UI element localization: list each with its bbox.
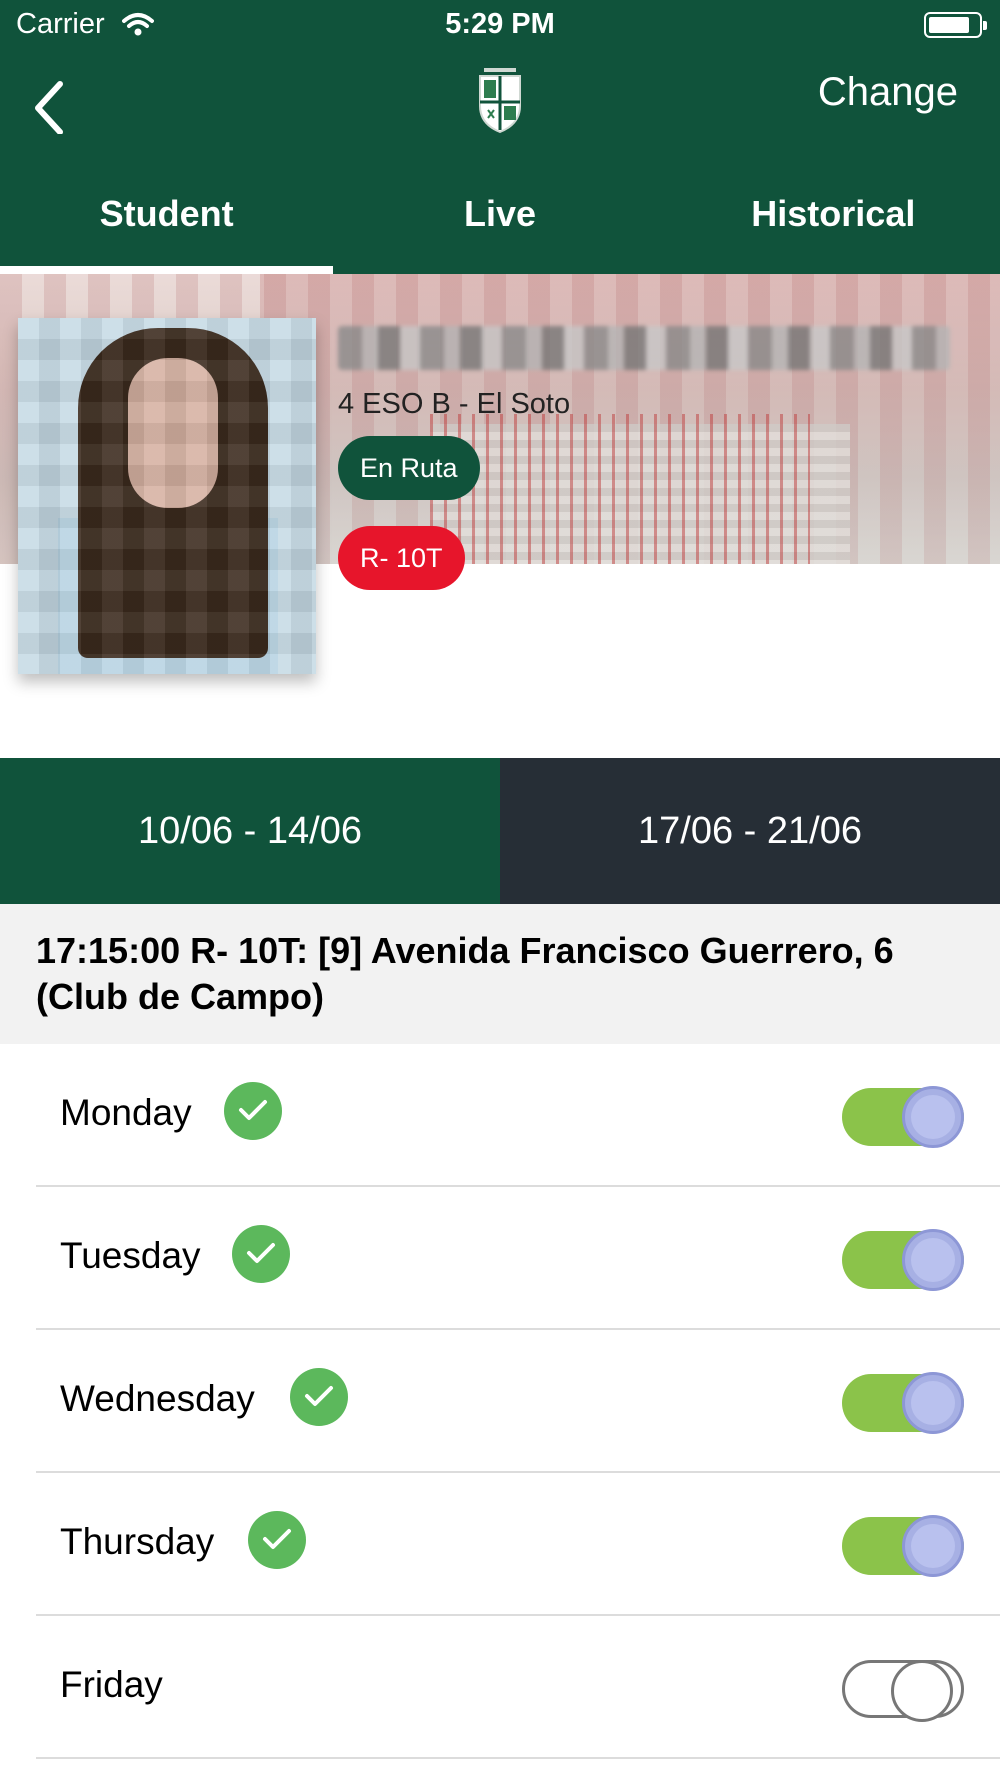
day-label: Friday xyxy=(60,1664,163,1705)
student-name-redacted xyxy=(338,326,950,370)
day-label: Tuesday xyxy=(60,1235,201,1276)
day-toggle-friday[interactable] xyxy=(842,1660,964,1722)
status-badge: En Ruta xyxy=(338,436,480,500)
day-row-wednesday: Wednesday xyxy=(0,1330,1000,1473)
navigation-bar: Change xyxy=(0,52,1000,164)
status-bar: Carrier 5:29 PM xyxy=(0,0,1000,52)
chevron-left-icon xyxy=(35,81,63,135)
day-toggle-monday[interactable] xyxy=(842,1086,964,1148)
route-badge: R- 10T xyxy=(338,526,465,590)
student-photo xyxy=(18,318,316,674)
day-toggle-thursday[interactable] xyxy=(842,1515,964,1577)
check-circle-icon xyxy=(224,1082,282,1140)
day-toggle-tuesday[interactable] xyxy=(842,1229,964,1291)
day-label: Wednesday xyxy=(60,1378,255,1419)
row-divider xyxy=(36,1757,1000,1759)
tab-historical[interactable]: Historical xyxy=(667,164,1000,274)
stop-header: 17:15:00 R- 10T: [9] Avenida Francisco G… xyxy=(0,904,1000,1044)
battery-icon xyxy=(924,12,987,38)
check-circle-icon xyxy=(232,1225,290,1283)
status-time: 5:29 PM xyxy=(445,8,555,40)
student-class-label: 4 ESO B - El Soto xyxy=(338,388,571,420)
day-toggle-wednesday[interactable] xyxy=(842,1372,964,1434)
active-tab-indicator xyxy=(0,266,333,274)
check-circle-icon xyxy=(290,1368,348,1426)
change-button[interactable]: Change xyxy=(818,70,958,115)
week-tab-current[interactable]: 10/06 - 14/06 xyxy=(0,758,500,904)
check-circle-icon xyxy=(248,1511,306,1569)
day-list: Monday Tuesday Wednesday Thursday Friday xyxy=(0,1044,1000,1759)
tab-live[interactable]: Live xyxy=(333,164,666,274)
tab-student[interactable]: Student xyxy=(0,164,333,274)
school-crest-icon xyxy=(474,62,526,134)
day-row-monday: Monday xyxy=(0,1044,1000,1187)
day-row-friday: Friday xyxy=(0,1616,1000,1759)
week-tab-next[interactable]: 17/06 - 21/06 xyxy=(500,758,1000,904)
day-row-tuesday: Tuesday xyxy=(0,1187,1000,1330)
day-label: Thursday xyxy=(60,1521,215,1562)
back-button[interactable] xyxy=(24,74,84,135)
week-selector: 10/06 - 14/06 17/06 - 21/06 xyxy=(0,758,1000,904)
day-row-thursday: Thursday xyxy=(0,1473,1000,1616)
main-tabs: Student Live Historical xyxy=(0,164,1000,274)
day-label: Monday xyxy=(60,1092,192,1133)
